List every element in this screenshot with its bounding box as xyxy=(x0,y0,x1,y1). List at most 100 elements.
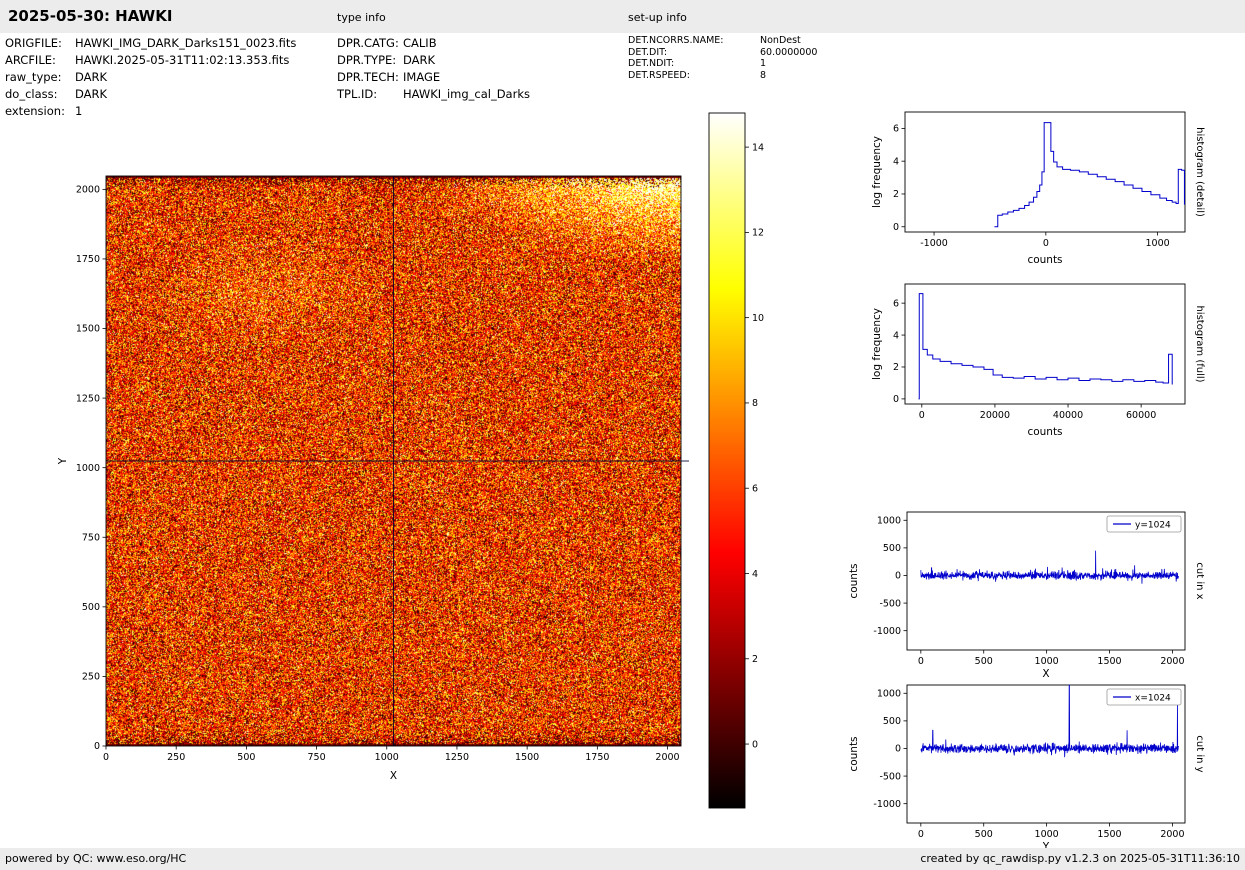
cut-y-xtick-label: 1500 xyxy=(1097,829,1121,840)
cut-y-legend-label: x=1024 xyxy=(1135,693,1171,703)
hist-full-xtick-label: 60000 xyxy=(1126,410,1156,421)
hist-detail-ylabel: log frequency xyxy=(871,136,883,208)
setup-info-value: 60.0000000 xyxy=(760,46,818,58)
main-image-ytick-label: 750 xyxy=(82,532,100,543)
file-info-label: raw_type: xyxy=(5,70,62,84)
hist-detail-xtick-label: 0 xyxy=(1043,238,1049,249)
cut-y-xtick-label: 0 xyxy=(918,829,924,840)
cut-x-line xyxy=(920,550,1179,584)
setup-info-value: 1 xyxy=(760,58,767,69)
footer-bar: powered by QC: www.eso.org/HC created by… xyxy=(0,848,1245,870)
hist-full-frame xyxy=(904,283,1186,405)
file-info-value: HAWKI.2025-05-31T11:02:13.353.fits xyxy=(75,53,290,67)
cut-x-legend-label: y=1024 xyxy=(1135,520,1171,530)
type-info-row: DPR.CATG: CALIB xyxy=(337,35,530,52)
type-info-value: HAWKI_img_cal_Darks xyxy=(403,87,530,101)
hist-full-ytick-label: 0 xyxy=(893,394,899,405)
qc-report-page: 2025-05-30: HAWKI type info set-up info … xyxy=(0,0,1245,870)
main-image-ytick-label: 250 xyxy=(82,672,100,683)
file-info-value: 1 xyxy=(75,104,83,118)
file-info-block: ORIGFILE: HAWKI_IMG_DARK_Darks151_0023.fi… xyxy=(5,35,296,120)
main-image-xtick-label: 250 xyxy=(167,752,185,763)
cut-y-ytick-label: -1000 xyxy=(873,799,901,810)
cut-y-xtick-label: 2000 xyxy=(1160,829,1184,840)
colorbar-tick-label: 6 xyxy=(752,484,758,495)
setup-info-row: DET.NDIT: 1 xyxy=(628,58,817,70)
cut-x-xtick-label: 2000 xyxy=(1160,656,1184,667)
hist-detail-ytick-label: 6 xyxy=(893,124,899,135)
setup-info-row: DET.RSPEED: 8 xyxy=(628,70,817,82)
main-image-xtick-label: 1500 xyxy=(515,752,539,763)
cut-x-ytick-label: 1000 xyxy=(877,515,901,526)
type-info-row: DPR.TECH: IMAGE xyxy=(337,69,530,86)
type-info-value: IMAGE xyxy=(403,70,441,84)
colorbar-tick-label: 0 xyxy=(752,739,758,750)
main-image-xlabel: X xyxy=(390,770,397,782)
cut-x-xtick-label: 1000 xyxy=(1035,656,1059,667)
cut-y-frame xyxy=(906,684,1186,824)
cut-y-right-label: cut in y xyxy=(1194,735,1205,772)
hist-detail-ytick-label: 0 xyxy=(893,222,899,233)
file-info-value: HAWKI_IMG_DARK_Darks151_0023.fits xyxy=(75,36,297,50)
cut-x-xlabel: X xyxy=(1042,668,1049,680)
setup-info-row: DET.DIT: 60.0000000 xyxy=(628,47,817,59)
file-info-row: ARCFILE: HAWKI.2025-05-31T11:02:13.353.fi… xyxy=(5,52,296,69)
type-info-block: DPR.CATG: CALIB DPR.TYPE: DARK DPR.TECH: IM… xyxy=(337,35,530,103)
cut-x-ytick-label: 0 xyxy=(895,571,901,582)
file-info-label: ARCFILE: xyxy=(5,53,56,67)
main-image-ytick-label: 0 xyxy=(94,741,100,752)
hist-full-right-label: histogram (full) xyxy=(1194,305,1205,382)
setup-info-label: DET.RSPEED: xyxy=(628,69,690,81)
setup-info-row: DET.NCORRS.NAME: NonDest xyxy=(628,35,817,47)
hist-detail-right-label: histogram (detail) xyxy=(1194,127,1205,217)
hist-detail-xtick-label: -1000 xyxy=(920,238,948,249)
colorbar-tick-label: 8 xyxy=(752,398,758,409)
cut-y-legend-box xyxy=(1106,688,1182,706)
main-image-xtick-label: 1000 xyxy=(375,752,399,763)
hist-detail-line xyxy=(994,122,1185,228)
cut-y-ytick-label: 0 xyxy=(895,744,901,755)
cut-x-ytick-label: -1000 xyxy=(873,626,901,637)
main-image-ytick-label: 1000 xyxy=(76,463,100,474)
cut-x-xtick-label: 0 xyxy=(918,656,924,667)
hist-full-ylabel: log frequency xyxy=(871,308,883,380)
main-image-ytick-label: 1500 xyxy=(76,324,100,335)
cut-y-xtick-label: 500 xyxy=(975,829,993,840)
cut-y-ytick-label: 1000 xyxy=(877,688,901,699)
hist-full-xtick-label: 40000 xyxy=(1053,410,1083,421)
file-info-row: raw_type: DARK xyxy=(5,69,296,86)
hist-full-xtick-label: 0 xyxy=(919,410,925,421)
main-image-xtick-label: 0 xyxy=(103,752,109,763)
main-image-ytick-label: 500 xyxy=(82,602,100,613)
file-info-row: ORIGFILE: HAWKI_IMG_DARK_Darks151_0023.fi… xyxy=(5,35,296,52)
type-info-value: CALIB xyxy=(403,36,437,50)
main-image-xtick-label: 2000 xyxy=(655,752,679,763)
setup-info-value: NonDest xyxy=(760,35,801,46)
cut-x-ytick-label: 500 xyxy=(883,543,901,554)
header-bar: 2025-05-30: HAWKI type info set-up info xyxy=(0,0,1245,33)
main-image-xtick-label: 750 xyxy=(308,752,326,763)
hist-full-ytick-label: 2 xyxy=(893,362,899,373)
setup-info-label: DET.DIT: xyxy=(628,46,668,58)
file-info-value: DARK xyxy=(75,70,108,84)
colorbar-tick-label: 14 xyxy=(752,142,764,153)
page-title: 2025-05-30: HAWKI xyxy=(8,7,173,25)
main-image-ytick-label: 2000 xyxy=(76,185,100,196)
file-info-label: ORIGFILE: xyxy=(5,36,62,50)
cut-x-right-label: cut in x xyxy=(1194,562,1205,599)
colorbar-tick-label: 10 xyxy=(752,313,764,324)
hist-full-ytick-label: 4 xyxy=(893,330,899,341)
hist-detail-xlabel: counts xyxy=(1027,254,1062,266)
type-info-label: DPR.CATG: xyxy=(337,36,399,50)
footer-right-text: created by qc_rawdisp.py v1.2.3 on 2025-… xyxy=(920,852,1240,865)
setup-info-label: DET.NDIT: xyxy=(628,58,675,69)
dark-frame-image xyxy=(106,176,681,746)
cut-y-ytick-label: -500 xyxy=(879,771,901,782)
type-info-row: DPR.TYPE: DARK xyxy=(337,52,530,69)
colorbar-tick-label: 12 xyxy=(752,228,764,239)
main-image-xtick-label: 1750 xyxy=(585,752,609,763)
hist-detail-xtick-label: 1000 xyxy=(1146,238,1170,249)
cut-x-xtick-label: 1500 xyxy=(1097,656,1121,667)
main-image-xtick-label: 1250 xyxy=(445,752,469,763)
colorbar-tick-label: 4 xyxy=(752,569,758,580)
